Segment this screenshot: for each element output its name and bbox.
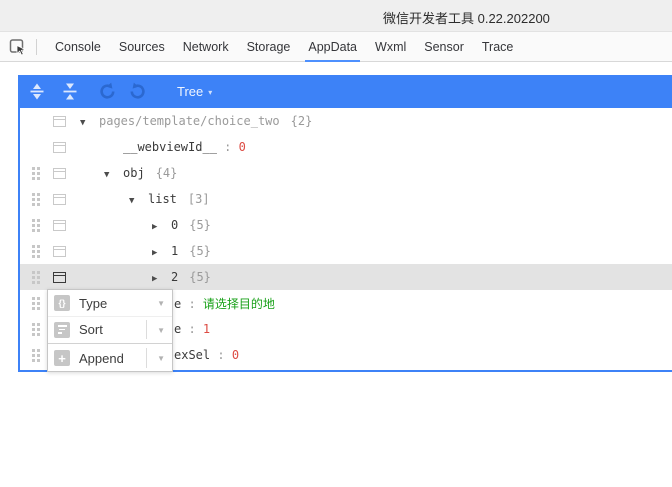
expander-expanded-icon[interactable]: ▼ [129,196,148,206]
drag-handle-icon[interactable] [32,193,40,206]
expander-collapsed-icon[interactable]: ▶ [152,222,171,232]
expander-expanded-icon[interactable]: ▼ [104,170,123,180]
drag-handle-icon[interactable] [32,271,40,284]
child-count: [3] [187,192,210,206]
tree-row-text: ▼__webviewId__ : 0 [104,140,246,154]
tree-row-text: ▶ 1 {5} [152,244,211,258]
tab-list: Console Sources Network Storage AppData Wxml S… [46,32,522,62]
key-value-separator: : [181,322,203,336]
tree-value: 0 [231,348,240,362]
child-count: {4} [155,166,178,180]
tree-key: __webviewId__ [123,140,217,154]
key-value-separator: : [210,348,232,362]
tree-key: exSel [174,348,211,362]
drag-handle-icon[interactable] [32,167,40,180]
tree-row[interactable]: ▼__webviewId__ : 0 [20,134,672,160]
drag-handle-icon[interactable] [32,245,40,258]
window-titlebar: 微信开发者工具 0.22.202200 [0,0,672,32]
tree-row-text: ▼ obj {4} [104,166,177,180]
expander-collapsed-icon[interactable]: ▶ [152,248,171,258]
chevron-down-icon[interactable]: ▼ [157,325,165,335]
tree-key: 2 [171,270,179,284]
devtools-tabbar: Console Sources Network Storage AppData Wxml S… [0,32,672,62]
menu-item-append[interactable]: + Append ▼ [48,345,172,371]
menu-item-label: Type [79,295,108,311]
tree-row-text: ▶ 2 {5} [152,270,211,284]
menu-item-sort[interactable]: Sort ▼ [48,316,172,342]
drag-handle-icon[interactable] [32,349,40,362]
tab-network[interactable]: Network [183,32,229,62]
menu-vertical-divider [146,320,147,339]
node-window-icon[interactable] [53,220,66,231]
node-window-icon[interactable] [53,194,66,205]
plus-icon: + [54,350,70,366]
key-value-separator: : [181,296,203,311]
node-window-icon[interactable] [53,116,66,127]
menu-item-type[interactable]: {} Type ▼ [48,290,172,316]
tree-row[interactable]: ▼ obj {4} [20,160,672,186]
child-count: {5} [189,218,211,232]
drag-handle-icon[interactable] [32,297,40,310]
braces-icon: {} [54,295,70,311]
tree-value: 请选择目的地 [202,296,275,311]
tree-key: pages/template/choice_two [99,114,280,128]
menu-divider [48,343,172,344]
key-value-separator: : [216,140,239,154]
tab-console[interactable]: Console [55,32,101,62]
inspect-element-icon[interactable] [7,36,29,58]
tab-trace[interactable]: Trace [482,32,514,62]
tree-row-text: e : 1 [174,322,210,336]
tab-sensor[interactable]: Sensor [424,32,464,62]
tab-appdata[interactable]: AppData [305,32,360,62]
tree-row[interactable]: ▼ list [3] [20,186,672,212]
chevron-down-icon[interactable]: ▼ [157,353,165,363]
window-title: 微信开发者工具 0.22.202200 [383,11,550,26]
node-window-icon[interactable] [53,272,66,283]
tree-row[interactable]: ▶ 2 {5} [20,264,672,290]
undo-icon[interactable] [98,82,117,101]
tree-value: 1 [202,322,211,336]
appdata-toolbar: Tree ▾ [20,75,672,108]
node-window-icon[interactable] [53,168,66,179]
tree-row[interactable]: ▼ pages/template/choice_two {2} [20,108,672,134]
node-window-icon[interactable] [53,142,66,153]
tree-value: 0 [238,140,246,154]
expand-all-icon[interactable] [29,83,45,100]
drag-handle-icon[interactable] [32,323,40,336]
menu-item-label: Append [79,350,124,366]
tree-row[interactable]: ▶ 0 {5} [20,212,672,238]
menu-vertical-divider [146,348,147,368]
view-mode-label: Tree [177,84,204,99]
tab-wxml[interactable]: Wxml [375,32,406,62]
child-count: {2} [290,114,313,128]
divider [36,38,37,55]
appdata-panel: Tree ▾ ▼pages/template/choice_two{2}▼__w… [18,75,672,372]
tab-storage[interactable]: Storage [247,32,291,62]
view-mode-dropdown[interactable]: Tree ▾ [177,84,212,99]
expander-collapsed-icon[interactable]: ▶ [152,274,171,284]
tab-sources[interactable]: Sources [119,32,165,62]
node-window-icon[interactable] [53,246,66,257]
tree-key: 0 [171,218,179,232]
tree-row-text: ▼ list [3] [129,192,210,206]
collapse-all-icon[interactable] [62,83,78,100]
chevron-down-icon[interactable]: ▼ [157,298,165,308]
tree-row-text: e : 请选择目的地 [174,295,275,312]
context-menu: {} Type ▼ Sort ▼ + Append ▼ [47,289,173,372]
drag-handle-icon[interactable] [32,219,40,232]
tree-row-text: ▼ pages/template/choice_two {2} [80,114,312,128]
child-count: {5} [189,244,211,258]
tree-row[interactable]: ▶ 1 {5} [20,238,672,264]
child-count: {5} [189,270,211,284]
expander-expanded-icon[interactable]: ▼ [80,118,99,128]
tree-key: 1 [171,244,179,258]
menu-item-label: Sort [79,322,103,337]
redo-icon[interactable] [128,82,147,101]
tree-key: list [148,192,177,206]
chevron-down-icon: ▾ [208,88,213,97]
sort-lines-icon [54,321,70,338]
tree-key: obj [123,166,145,180]
tree-row-text: exSel : 0 [174,348,239,362]
tree-row-text: ▶ 0 {5} [152,218,211,232]
